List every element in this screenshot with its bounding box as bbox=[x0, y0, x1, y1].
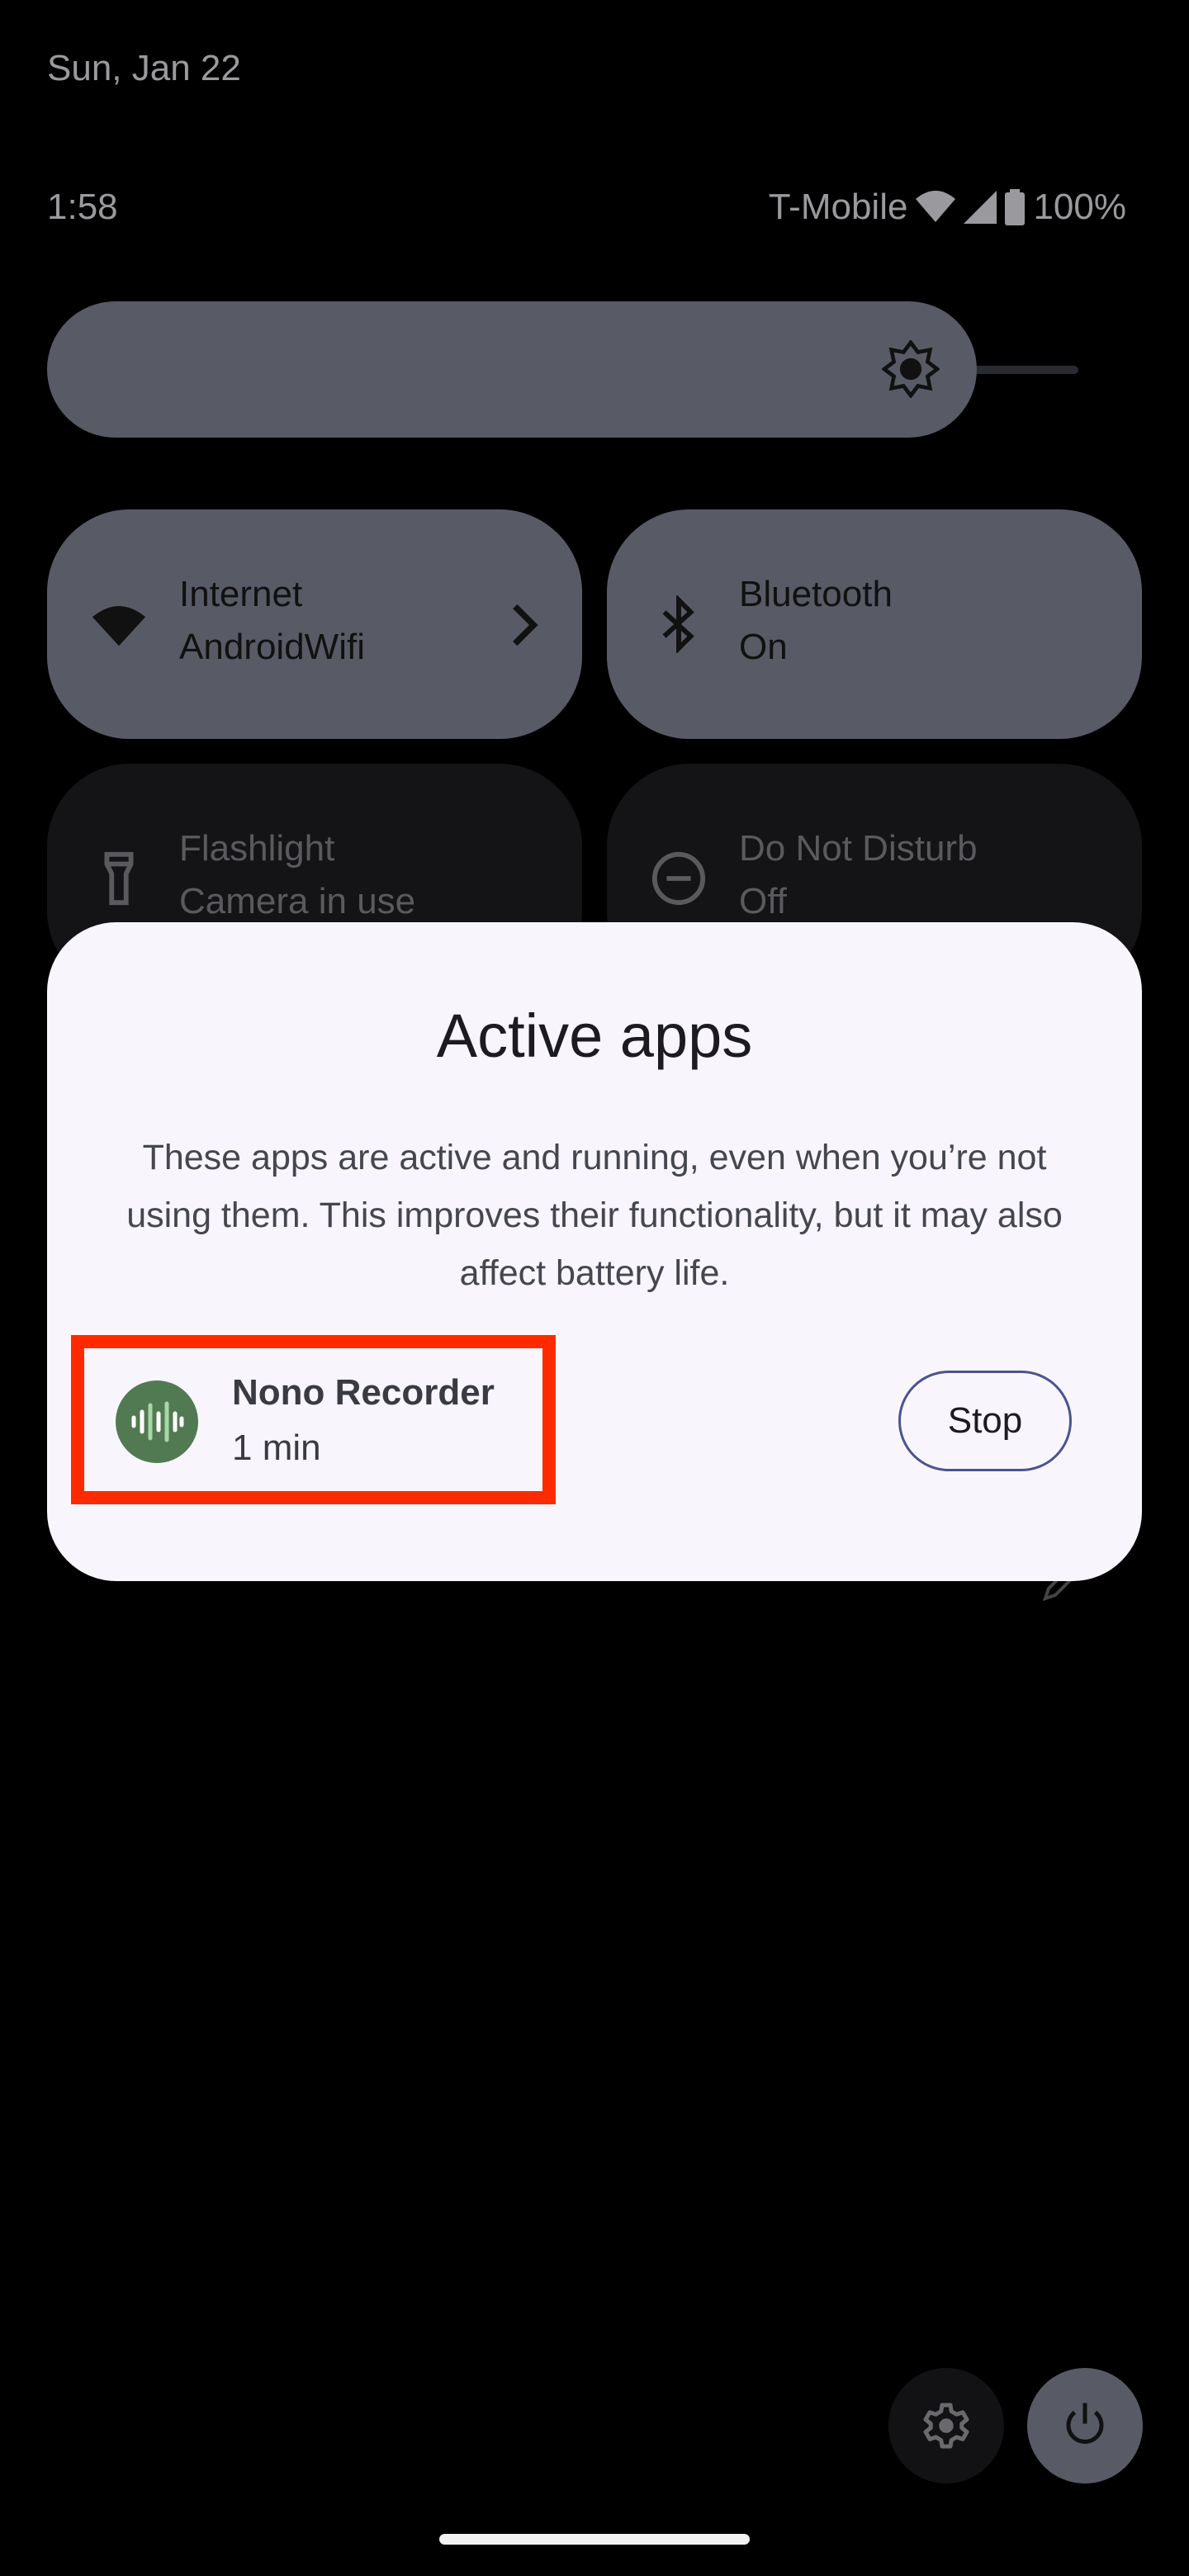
wifi-icon bbox=[916, 191, 956, 222]
power-button[interactable] bbox=[1027, 2368, 1143, 2484]
power-icon bbox=[1066, 2403, 1104, 2444]
app-name: Nono Recorder bbox=[232, 1372, 495, 1413]
date: Sun, Jan 22 bbox=[47, 48, 241, 88]
tile-subtitle: Off bbox=[739, 881, 787, 921]
flashlight-icon bbox=[104, 851, 134, 906]
tile-bluetooth[interactable]: Bluetooth On bbox=[607, 509, 1142, 739]
dnd-icon bbox=[651, 851, 706, 906]
brightness-track[interactable] bbox=[966, 366, 1078, 374]
carrier: T-Mobile bbox=[768, 187, 908, 227]
audio-wave-icon bbox=[131, 1401, 184, 1442]
tile-internet[interactable]: Internet AndroidWifi bbox=[47, 509, 582, 739]
active-apps-dialog: Active apps These apps are active and ru… bbox=[47, 922, 1142, 1581]
tile-subtitle: On bbox=[739, 627, 788, 667]
wifi-icon bbox=[92, 606, 146, 646]
dialog-title: Active apps bbox=[436, 1002, 753, 1070]
tile-subtitle: AndroidWifi bbox=[179, 627, 365, 667]
stop-button[interactable]: Stop bbox=[898, 1371, 1072, 1471]
brightness-icon bbox=[882, 340, 940, 398]
tile-title: Do Not Disturb bbox=[739, 828, 978, 869]
tile-subtitle: Camera in use bbox=[179, 881, 416, 921]
tile-title: Internet bbox=[179, 574, 303, 614]
app-duration: 1 min bbox=[232, 1428, 321, 1468]
battery-percent: 100% bbox=[1033, 187, 1126, 227]
tile-title: Flashlight bbox=[179, 828, 335, 869]
home-indicator[interactable] bbox=[439, 2534, 750, 2545]
battery-icon bbox=[1005, 189, 1026, 225]
gear-icon bbox=[923, 2403, 969, 2449]
clock: 1:58 bbox=[47, 187, 118, 227]
tile-title: Bluetooth bbox=[739, 574, 893, 614]
settings-button[interactable] bbox=[888, 2368, 1004, 2484]
bluetooth-icon bbox=[662, 595, 694, 653]
brightness-slider[interactable] bbox=[47, 301, 977, 438]
dialog-body: These apps are active and running, even … bbox=[126, 1138, 1063, 1293]
signal-icon bbox=[964, 191, 997, 224]
status-bar: T-Mobile 100% bbox=[769, 187, 1126, 228]
chevron-right-icon[interactable] bbox=[508, 600, 541, 650]
app-icon bbox=[116, 1380, 198, 1463]
